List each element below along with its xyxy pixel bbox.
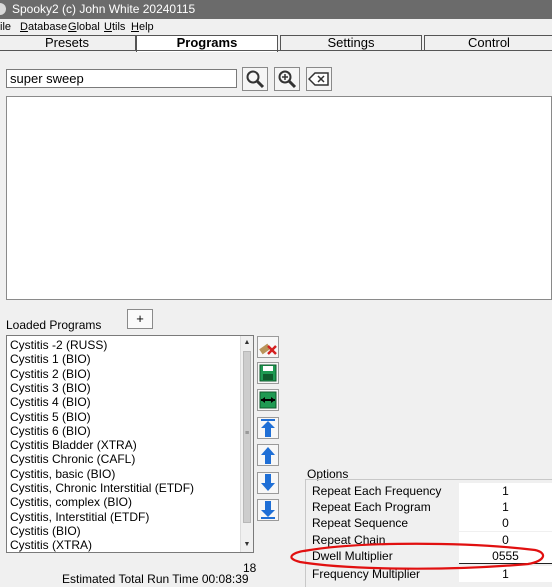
move-up-icon [261,447,275,464]
zoom-in-icon [278,70,297,89]
option-label: Repeat Each Frequency [312,484,442,498]
option-value-field[interactable]: 0 [459,532,552,548]
search-input[interactable] [6,69,237,88]
tab-settings[interactable]: Settings [280,35,422,51]
move-bottom-button[interactable] [257,499,279,521]
option-value-field[interactable]: 1 [459,499,552,515]
option-value-field[interactable]: 0 [459,515,552,531]
list-item[interactable]: Cystitis, complex (BIO) [10,495,132,509]
option-repeat-sequence: Repeat Sequence 0 [307,515,552,531]
delete-icon [259,343,277,355]
list-item[interactable]: Cystitis 1 (BIO) [10,352,91,366]
list-item[interactable]: Cystitis 6 (BIO) [10,424,91,438]
move-top-icon [261,419,275,437]
menu-file[interactable]: ile [0,19,11,35]
tab-strip: Presets Programs Settings Control [0,35,552,52]
window-title: Spooky2 (c) John White 20240115 [12,2,196,16]
list-item[interactable]: Cystitis, Interstitial (ETDF) [10,510,149,524]
option-value-field[interactable]: 1 [459,483,552,499]
list-scrollbar[interactable]: ▲ ≡ ▼ [240,336,253,552]
list-item[interactable]: Cystitis 2 (BIO) [10,367,91,381]
loaded-programs-label: Loaded Programs [6,318,102,332]
list-item[interactable]: Cystitis 3 (BIO) [10,381,91,395]
option-label: Frequency Multiplier [312,567,421,581]
option-label: Dwell Multiplier [312,549,393,563]
clear-icon [308,72,329,86]
scroll-up-icon[interactable]: ▲ [241,337,253,349]
estimated-run-time: Estimated Total Run Time 00:08:39 [62,572,249,586]
menu-help[interactable]: Help [131,19,154,35]
tab-control[interactable]: Control [424,35,552,51]
search-button[interactable] [242,67,268,91]
move-down-icon [261,474,275,491]
move-down-button[interactable] [257,472,279,494]
list-item[interactable]: Cystitis 5 (BIO) [10,410,91,424]
save-icon [259,364,277,382]
delete-program-button[interactable] [257,336,279,358]
move-top-button[interactable] [257,417,279,439]
scroll-thumb[interactable]: ≡ [243,351,251,523]
option-value-field[interactable]: 1 [459,566,552,582]
tab-presets[interactable]: Presets [0,35,136,51]
option-repeat-each-program: Repeat Each Program 1 [307,499,552,515]
move-bottom-icon [261,501,275,519]
list-item[interactable]: Cystitis Chronic (CAFL) [10,452,135,466]
option-frequency-multiplier: Frequency Multiplier 1 [307,566,552,582]
menu-global[interactable]: Global [68,19,100,35]
zoom-search-button[interactable] [274,67,300,91]
list-item[interactable]: Cystitis (XTRA) [10,538,92,552]
add-program-button[interactable]: + [127,309,153,329]
title-bar: Spooky2 (c) John White 20240115 [0,0,552,19]
option-value-field[interactable]: 0555 [459,548,552,564]
option-label: Repeat Sequence [312,516,409,530]
list-item[interactable]: Cystitis, basic (BIO) [10,467,115,481]
option-dwell-multiplier: Dwell Multiplier 0555 [307,548,552,564]
clear-search-button[interactable] [306,67,332,91]
list-item[interactable]: Cystitis, Chronic Interstitial (ETDF) [10,481,194,495]
menu-utils[interactable]: Utils [104,19,125,35]
search-results-list[interactable] [6,96,552,300]
search-icon [246,70,265,89]
move-up-button[interactable] [257,444,279,466]
list-item[interactable]: Cystitis (BIO) [10,524,81,538]
menu-database[interactable]: Database [20,19,67,35]
list-item[interactable]: Cystitis 4 (BIO) [10,395,91,409]
list-item[interactable]: Cystitis -2 (RUSS) [10,338,107,352]
menu-bar: ile Database Global Utils Help [0,19,552,35]
option-label: Repeat Each Program [312,500,431,514]
save-swap-icon [259,391,277,409]
option-repeat-each-frequency: Repeat Each Frequency 1 [307,483,552,499]
tab-divider [0,50,552,51]
save-swap-button[interactable] [257,389,279,411]
grip-icon: ≡ [245,430,250,437]
app-icon [0,3,6,15]
option-label: Repeat Chain [312,533,386,547]
loaded-programs-list[interactable]: Cystitis -2 (RUSS) Cystitis 1 (BIO) Cyst… [6,335,254,553]
scroll-down-icon[interactable]: ▼ [241,539,253,551]
option-repeat-chain: Repeat Chain 0 [307,532,552,548]
save-program-button[interactable] [257,362,279,384]
list-item[interactable]: Cystitis Bladder (XTRA) [10,438,137,452]
